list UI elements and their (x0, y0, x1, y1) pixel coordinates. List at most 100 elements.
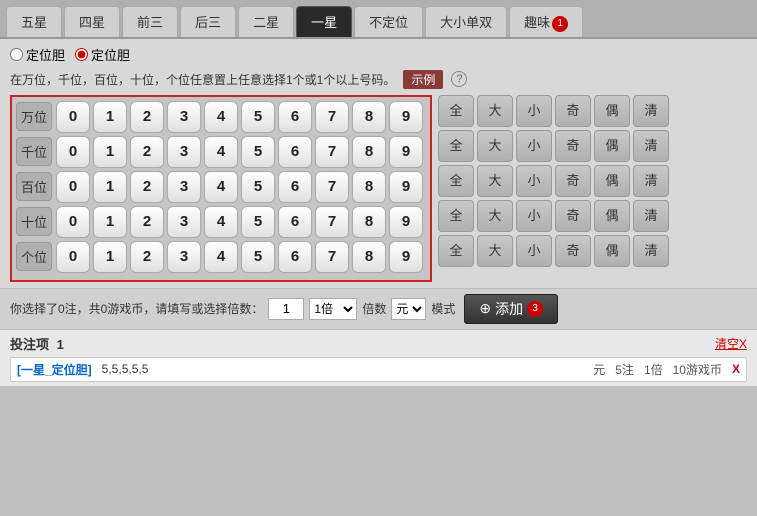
num-btn[interactable]: 2 (130, 136, 164, 168)
quick-btn-even[interactable]: 偶 (594, 95, 630, 127)
clear-all-button[interactable]: 清空X (715, 335, 747, 352)
num-btn[interactable]: 9 (389, 206, 423, 238)
quick-btn-small[interactable]: 小 (516, 130, 552, 162)
num-btn[interactable]: 6 (278, 241, 312, 273)
num-btn[interactable]: 6 (278, 206, 312, 238)
num-btn[interactable]: 0 (56, 241, 90, 273)
tab-qiansan[interactable]: 前三 (122, 6, 178, 37)
quick-btn-odd[interactable]: 奇 (555, 130, 591, 162)
quick-btn-small[interactable]: 小 (516, 95, 552, 127)
radio-option2[interactable]: 定位胆 (75, 45, 130, 64)
quick-btn-clear[interactable]: 清 (633, 235, 669, 267)
num-btn[interactable]: 9 (389, 136, 423, 168)
quick-btn-even[interactable]: 偶 (594, 200, 630, 232)
num-btn[interactable]: 7 (315, 136, 349, 168)
num-btn[interactable]: 2 (130, 206, 164, 238)
quick-btn-big[interactable]: 大 (477, 165, 513, 197)
num-btn[interactable]: 8 (352, 241, 386, 273)
quick-btn-odd[interactable]: 奇 (555, 165, 591, 197)
multiplier-input[interactable] (268, 298, 304, 320)
tab-quwei[interactable]: 趣味1 (509, 6, 583, 37)
num-btn[interactable]: 3 (167, 171, 201, 203)
num-btn[interactable]: 5 (241, 241, 275, 273)
num-btn[interactable]: 8 (352, 136, 386, 168)
quick-btn-big[interactable]: 大 (477, 235, 513, 267)
tab-housan[interactable]: 后三 (180, 6, 236, 37)
quick-btn-small[interactable]: 小 (516, 235, 552, 267)
quick-btn-clear[interactable]: 清 (633, 95, 669, 127)
num-btn[interactable]: 3 (167, 101, 201, 133)
mode-select[interactable]: 元 角 分 (391, 298, 426, 320)
num-btn[interactable]: 6 (278, 136, 312, 168)
num-btn[interactable]: 0 (56, 171, 90, 203)
quick-btn-odd[interactable]: 奇 (555, 95, 591, 127)
num-btn[interactable]: 0 (56, 206, 90, 238)
radio-option1[interactable]: 定位胆 (10, 45, 65, 64)
num-btn[interactable]: 3 (167, 206, 201, 238)
num-btn[interactable]: 9 (389, 171, 423, 203)
num-btn[interactable]: 0 (56, 101, 90, 133)
num-btn[interactable]: 7 (315, 171, 349, 203)
quick-btn-clear[interactable]: 清 (633, 200, 669, 232)
num-btn[interactable]: 1 (93, 136, 127, 168)
quick-btn-all[interactable]: 全 (438, 130, 474, 162)
quick-btn-clear[interactable]: 清 (633, 165, 669, 197)
quick-btn-small[interactable]: 小 (516, 165, 552, 197)
quick-btn-small[interactable]: 小 (516, 200, 552, 232)
tab-sixing[interactable]: 四星 (64, 6, 120, 37)
num-btn[interactable]: 5 (241, 136, 275, 168)
quick-btn-all[interactable]: 全 (438, 200, 474, 232)
num-btn[interactable]: 3 (167, 241, 201, 273)
tab-erxing[interactable]: 二星 (238, 6, 294, 37)
quick-btn-big[interactable]: 大 (477, 95, 513, 127)
num-btn[interactable]: 0 (56, 136, 90, 168)
quick-btn-clear[interactable]: 清 (633, 130, 669, 162)
num-btn[interactable]: 2 (130, 241, 164, 273)
tab-wuxing[interactable]: 五星 (6, 6, 62, 37)
num-btn[interactable]: 1 (93, 101, 127, 133)
quick-btn-even[interactable]: 偶 (594, 165, 630, 197)
num-btn[interactable]: 5 (241, 206, 275, 238)
num-btn[interactable]: 4 (204, 136, 238, 168)
num-btn[interactable]: 5 (241, 101, 275, 133)
num-btn[interactable]: 1 (93, 171, 127, 203)
quick-btn-all[interactable]: 全 (438, 165, 474, 197)
num-btn[interactable]: 4 (204, 241, 238, 273)
num-btn[interactable]: 9 (389, 241, 423, 273)
num-btn[interactable]: 2 (130, 171, 164, 203)
add-button[interactable]: ⊕ 添加 3 (464, 294, 558, 324)
quick-btn-even[interactable]: 偶 (594, 130, 630, 162)
num-btn[interactable]: 4 (204, 206, 238, 238)
quick-btn-all[interactable]: 全 (438, 95, 474, 127)
quick-btn-odd[interactable]: 奇 (555, 200, 591, 232)
quick-btn-all[interactable]: 全 (438, 235, 474, 267)
num-btn[interactable]: 2 (130, 101, 164, 133)
tab-dxds[interactable]: 大小单双 (425, 6, 507, 37)
num-btn[interactable]: 4 (204, 101, 238, 133)
quick-btn-big[interactable]: 大 (477, 130, 513, 162)
num-btn[interactable]: 8 (352, 206, 386, 238)
num-btn[interactable]: 6 (278, 101, 312, 133)
quick-btn-odd[interactable]: 奇 (555, 235, 591, 267)
tab-yixing[interactable]: 一星 (296, 6, 352, 37)
help-icon[interactable]: ? (451, 71, 467, 87)
num-btn[interactable]: 8 (352, 171, 386, 203)
quick-btn-even[interactable]: 偶 (594, 235, 630, 267)
num-btn[interactable]: 7 (315, 101, 349, 133)
bet-multiplier: 1倍 (644, 361, 663, 378)
tab-buding[interactable]: 不定位 (354, 6, 423, 37)
num-btn[interactable]: 9 (389, 101, 423, 133)
example-button[interactable]: 示例 (403, 70, 443, 89)
multiplier-select[interactable]: 1倍 2倍 3倍 5倍 10倍 (309, 298, 357, 320)
num-btn[interactable]: 3 (167, 136, 201, 168)
num-btn[interactable]: 4 (204, 171, 238, 203)
num-btn[interactable]: 6 (278, 171, 312, 203)
bet-remove-button[interactable]: X (732, 362, 740, 376)
num-btn[interactable]: 7 (315, 241, 349, 273)
num-btn[interactable]: 1 (93, 241, 127, 273)
num-btn[interactable]: 7 (315, 206, 349, 238)
num-btn[interactable]: 5 (241, 171, 275, 203)
num-btn[interactable]: 8 (352, 101, 386, 133)
num-btn[interactable]: 1 (93, 206, 127, 238)
quick-btn-big[interactable]: 大 (477, 200, 513, 232)
